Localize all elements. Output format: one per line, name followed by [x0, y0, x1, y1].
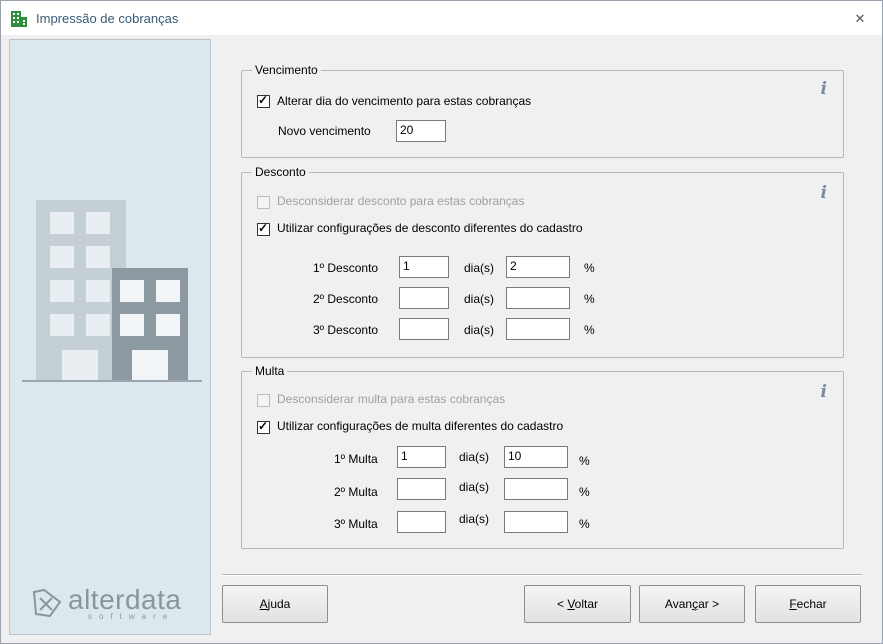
utilizar-desconto-label[interactable]: Utilizar configurações de desconto difer…	[277, 221, 583, 235]
alterar-vencimento-label[interactable]: Alterar dia do vencimento para estas cob…	[277, 94, 531, 108]
vencimento-group-label: Vencimento	[252, 63, 321, 77]
desconsiderar-multa-checkbox[interactable]	[257, 394, 270, 407]
multa-1-dias-input[interactable]: 1	[397, 446, 446, 468]
voltar-label-pre: <	[556, 597, 568, 611]
desconto-3-label: 3º Desconto	[313, 323, 379, 337]
window-title: Impressão de cobranças	[36, 11, 179, 26]
multa-2-dias-input[interactable]	[397, 478, 446, 500]
voltar-label-post: oltar	[574, 597, 599, 611]
info-icon: i	[820, 183, 827, 203]
alterar-vencimento-checkbox[interactable]	[257, 93, 270, 108]
avancar-label-post: ar >	[698, 597, 720, 611]
utilizar-desconto-checkbox[interactable]	[257, 221, 270, 236]
desconsiderar-desconto-checkbox[interactable]	[257, 196, 270, 209]
fechar-label-post: echar	[796, 597, 827, 611]
desconto-1-dias-input[interactable]: 1	[399, 256, 449, 278]
multa-2-dias-label: dia(s)	[459, 480, 490, 494]
utilizar-multa-label[interactable]: Utilizar configurações de multa diferent…	[277, 419, 563, 433]
building-illustration	[22, 200, 202, 382]
multa-1-pct-label: %	[579, 454, 590, 468]
fechar-mnemonic: F	[789, 597, 797, 611]
multa-2-pct-input[interactable]	[504, 478, 568, 500]
alterdata-logo: alterdata software	[30, 584, 200, 624]
desconto-group: Desconto i Desconsiderar desconto para e…	[241, 165, 844, 358]
footer-separator	[222, 574, 862, 576]
desconto-1-pct-label: %	[584, 261, 595, 275]
ajuda-button[interactable]: Ajuda	[222, 585, 328, 623]
desconto-2-pct-label: %	[584, 292, 595, 306]
alterdata-logo-icon	[32, 588, 62, 618]
vencimento-group: Vencimento i Alterar dia do vencimento p…	[241, 63, 844, 158]
novo-vencimento-input[interactable]: 20	[396, 120, 446, 142]
info-icon: i	[820, 382, 827, 402]
fechar-button[interactable]: Fechar	[755, 585, 861, 623]
desconto-3-pct-label: %	[584, 323, 595, 337]
desconto-3-pct-input[interactable]	[506, 318, 570, 340]
close-icon: ✕	[854, 11, 866, 26]
multa-3-pct-label: %	[579, 517, 590, 531]
multa-1-label: 1º Multa	[334, 452, 378, 466]
building-icon	[11, 11, 27, 27]
avancar-label-pre: Avan	[664, 597, 693, 611]
multa-3-label: 3º Multa	[334, 517, 378, 531]
desconto-1-label: 1º Desconto	[313, 261, 379, 275]
desconsiderar-multa-label[interactable]: Desconsiderar multa para estas cobranças	[277, 392, 505, 406]
novo-vencimento-label: Novo vencimento	[278, 124, 371, 138]
desconto-1-pct-input[interactable]: 2	[506, 256, 570, 278]
desconto-group-label: Desconto	[252, 165, 309, 179]
title-bar: Impressão de cobranças ✕	[1, 1, 882, 35]
multa-2-pct-label: %	[579, 485, 590, 499]
multa-2-label: 2º Multa	[334, 485, 378, 499]
desconto-2-pct-input[interactable]	[506, 287, 570, 309]
multa-1-dias-label: dia(s)	[459, 450, 490, 464]
ajuda-label-post: juda	[267, 597, 291, 611]
voltar-mnemonic: V	[567, 597, 575, 611]
close-button[interactable]: ✕	[852, 11, 868, 27]
voltar-button[interactable]: < Voltar	[524, 585, 631, 623]
multa-3-pct-input[interactable]	[504, 511, 568, 533]
desconto-1-dias-label: dia(s)	[464, 261, 495, 275]
multa-group-label: Multa	[252, 364, 288, 378]
utilizar-multa-checkbox[interactable]	[257, 419, 270, 434]
desconto-2-dias-label: dia(s)	[464, 292, 495, 306]
info-icon: i	[820, 79, 827, 99]
multa-1-pct-input[interactable]: 10	[504, 446, 568, 468]
ajuda-mnemonic: A	[259, 597, 268, 611]
desconsiderar-desconto-label[interactable]: Desconsiderar desconto para estas cobran…	[277, 194, 524, 208]
multa-3-dias-label: dia(s)	[459, 512, 490, 526]
avancar-button[interactable]: Avançar >	[639, 585, 745, 623]
desconto-2-label: 2º Desconto	[313, 292, 379, 306]
multa-group: Multa i Desconsiderar multa para estas c…	[241, 364, 844, 549]
desconto-2-dias-input[interactable]	[399, 287, 449, 309]
brand-sub: software	[88, 612, 175, 621]
side-panel: alterdata software	[9, 39, 211, 635]
desconto-3-dias-input[interactable]	[399, 318, 449, 340]
multa-3-dias-input[interactable]	[397, 511, 446, 533]
desconto-3-dias-label: dia(s)	[464, 323, 495, 337]
